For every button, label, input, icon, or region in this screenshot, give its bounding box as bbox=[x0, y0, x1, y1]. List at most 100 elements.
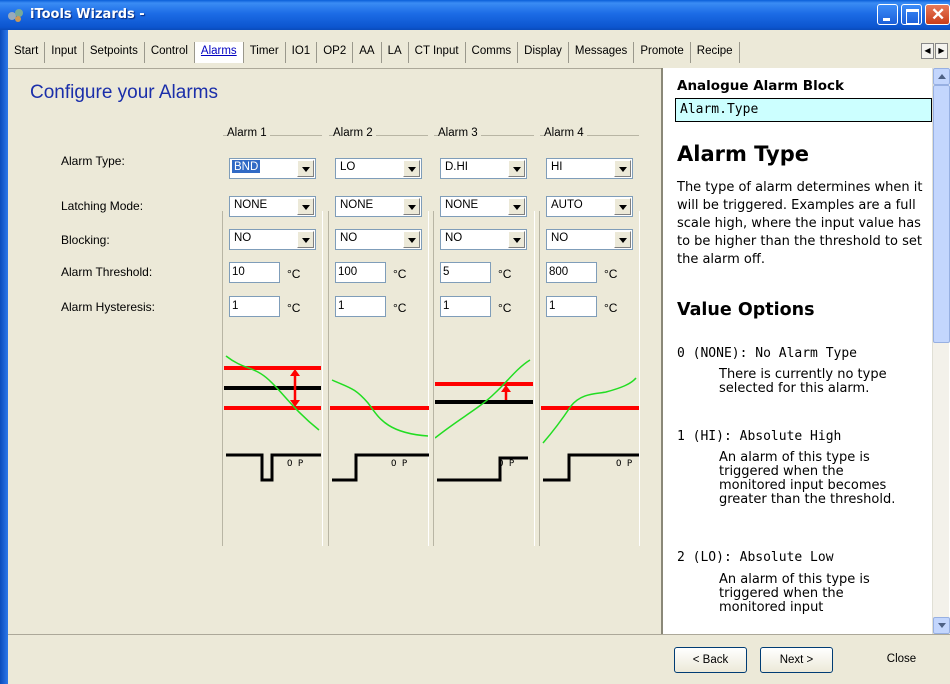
tabs: Start Input Setpoints Control Alarms Timer IO1… bbox=[8, 42, 740, 63]
maximize-button[interactable] bbox=[901, 4, 922, 25]
tab-scroll-left-button[interactable]: ◀ bbox=[921, 43, 934, 59]
close-window-button[interactable]: ✕ bbox=[925, 4, 950, 25]
help-panel: Analogue Alarm Block Alarm.Type Alarm Ty… bbox=[661, 68, 950, 634]
alarm-threshold-input[interactable]: 100 bbox=[335, 262, 386, 283]
tab-io1[interactable]: IO1 bbox=[285, 42, 318, 63]
latching-mode-select[interactable]: NONE bbox=[335, 196, 422, 217]
help-description: The type of alarm determines when it wil… bbox=[677, 180, 923, 267]
hysteresis-unit: °C bbox=[604, 301, 618, 315]
chevron-down-icon[interactable] bbox=[403, 160, 420, 177]
threshold-unit: °C bbox=[498, 267, 512, 281]
tab-op2[interactable]: OP2 bbox=[317, 42, 354, 63]
chevron-down-icon[interactable] bbox=[614, 198, 631, 215]
minimize-button[interactable] bbox=[877, 4, 898, 25]
alarm-type-select[interactable]: D.HI bbox=[440, 158, 527, 179]
latching-mode-select[interactable]: NONE bbox=[440, 196, 527, 217]
chevron-down-icon[interactable] bbox=[614, 231, 631, 248]
help-parameter-name: Alarm.Type bbox=[675, 98, 932, 122]
app-icon bbox=[8, 9, 23, 22]
latching-mode-label: Latching Mode: bbox=[61, 199, 144, 213]
tab-messages[interactable]: Messages bbox=[568, 42, 635, 63]
alarm-type-label: Alarm Type: bbox=[61, 154, 125, 168]
scroll-up-icon[interactable] bbox=[933, 68, 950, 85]
alarm-threshold-label: Alarm Threshold: bbox=[61, 265, 153, 279]
tab-comms[interactable]: Comms bbox=[465, 42, 519, 63]
blocking-select[interactable]: NO bbox=[440, 229, 527, 250]
alarm-hysteresis-input[interactable]: 1 bbox=[440, 296, 491, 317]
alarm-type-select[interactable]: HI bbox=[546, 158, 633, 179]
alarm-4-column: Alarm 4 HI AUTO NO 800 °C 1 °C O P bbox=[539, 127, 640, 546]
tab-aa[interactable]: AA bbox=[353, 42, 382, 63]
blocking-select[interactable]: NO bbox=[546, 229, 633, 250]
help-option-description: An alarm of this type is triggered when … bbox=[719, 572, 870, 615]
chevron-down-icon[interactable] bbox=[403, 198, 420, 215]
window-left-border bbox=[0, 30, 8, 684]
chevron-down-icon[interactable] bbox=[508, 160, 525, 177]
chevron-down-icon[interactable] bbox=[297, 231, 314, 248]
latching-mode-select[interactable]: NONE bbox=[229, 196, 316, 217]
close-button[interactable]: Close bbox=[865, 647, 938, 673]
output-label: O P bbox=[498, 459, 515, 469]
chevron-down-icon[interactable] bbox=[614, 160, 631, 177]
hysteresis-unit: °C bbox=[393, 301, 407, 315]
window-title: iTools Wizards - bbox=[30, 7, 145, 22]
alarm-threshold-input[interactable]: 800 bbox=[546, 262, 597, 283]
help-option-label: 0 (NONE): No Alarm Type bbox=[677, 346, 858, 361]
alarm-hysteresis-input[interactable]: 1 bbox=[546, 296, 597, 317]
alarm-3-column: Alarm 3 D.HI NONE NO 5 °C 1 °C O P bbox=[433, 127, 535, 546]
output-label: O P bbox=[616, 459, 633, 469]
help-options-heading: Value Options bbox=[677, 300, 815, 320]
chevron-down-icon[interactable] bbox=[508, 231, 525, 248]
help-heading: Alarm Type bbox=[677, 142, 809, 166]
tab-recipe[interactable]: Recipe bbox=[690, 42, 740, 63]
tab-setpoints[interactable]: Setpoints bbox=[83, 42, 145, 63]
tab-control[interactable]: Control bbox=[144, 42, 195, 63]
tab-timer[interactable]: Timer bbox=[243, 42, 286, 63]
output-label: O P bbox=[391, 459, 408, 469]
alarm-behaviour-diagram bbox=[435, 359, 533, 482]
alarm-hysteresis-input[interactable]: 1 bbox=[229, 296, 280, 317]
chevron-down-icon[interactable] bbox=[297, 198, 314, 215]
chevron-down-icon[interactable] bbox=[508, 198, 525, 215]
tab-strip: Start Input Setpoints Control Alarms Timer IO1… bbox=[8, 30, 950, 68]
chevron-down-icon[interactable] bbox=[403, 231, 420, 248]
tab-promote[interactable]: Promote bbox=[634, 42, 691, 63]
scroll-thumb[interactable] bbox=[933, 85, 950, 343]
scroll-down-icon[interactable] bbox=[933, 617, 950, 634]
threshold-unit: °C bbox=[287, 267, 301, 281]
help-option-label: 1 (HI): Absolute High bbox=[677, 429, 842, 444]
help-scrollbar[interactable] bbox=[932, 68, 950, 634]
next-button[interactable]: Next > bbox=[760, 647, 833, 673]
tab-la[interactable]: LA bbox=[381, 42, 409, 63]
blocking-select[interactable]: NO bbox=[335, 229, 422, 250]
tab-alarms[interactable]: Alarms bbox=[194, 42, 244, 63]
tab-ct-input[interactable]: CT Input bbox=[408, 42, 466, 63]
tab-input[interactable]: Input bbox=[45, 42, 84, 63]
alarm-threshold-input[interactable]: 10 bbox=[229, 262, 280, 283]
alarm-hysteresis-input[interactable]: 1 bbox=[335, 296, 386, 317]
alarm-threshold-input[interactable]: 5 bbox=[440, 262, 491, 283]
chevron-down-icon[interactable] bbox=[297, 160, 314, 177]
alarm-type-select[interactable]: LO bbox=[335, 158, 422, 179]
alarm-behaviour-diagram bbox=[330, 379, 429, 482]
help-option-label: 2 (LO): Absolute Low bbox=[677, 550, 834, 565]
threshold-unit: °C bbox=[393, 267, 407, 281]
hysteresis-unit: °C bbox=[498, 301, 512, 315]
alarm-2-column: Alarm 2 LO NONE NO 100 °C 1 °C O P bbox=[328, 127, 429, 546]
tab-scroll-right-button[interactable]: ▶ bbox=[935, 43, 948, 59]
hysteresis-unit: °C bbox=[287, 301, 301, 315]
help-block-name: Analogue Alarm Block bbox=[677, 78, 844, 94]
back-button[interactable]: < Back bbox=[674, 647, 747, 673]
latching-mode-select[interactable]: AUTO bbox=[546, 196, 633, 217]
tab-start[interactable]: Start bbox=[8, 42, 46, 63]
help-option-description: There is currently no type selected for … bbox=[719, 367, 887, 396]
blocking-label: Blocking: bbox=[61, 233, 110, 247]
alarm-header: Alarm 3 bbox=[438, 127, 481, 139]
blocking-select[interactable]: NO bbox=[229, 229, 316, 250]
alarm-1-column: Alarm 1 BND NONE NO 10 °C 1 °C O P bbox=[222, 127, 323, 546]
alarm-header: Alarm 1 bbox=[227, 127, 270, 139]
alarm-type-select[interactable]: BND bbox=[229, 158, 316, 179]
tab-display[interactable]: Display bbox=[518, 42, 569, 63]
output-label: O P bbox=[287, 459, 304, 469]
title-bar: iTools Wizards - ✕ bbox=[0, 0, 950, 30]
